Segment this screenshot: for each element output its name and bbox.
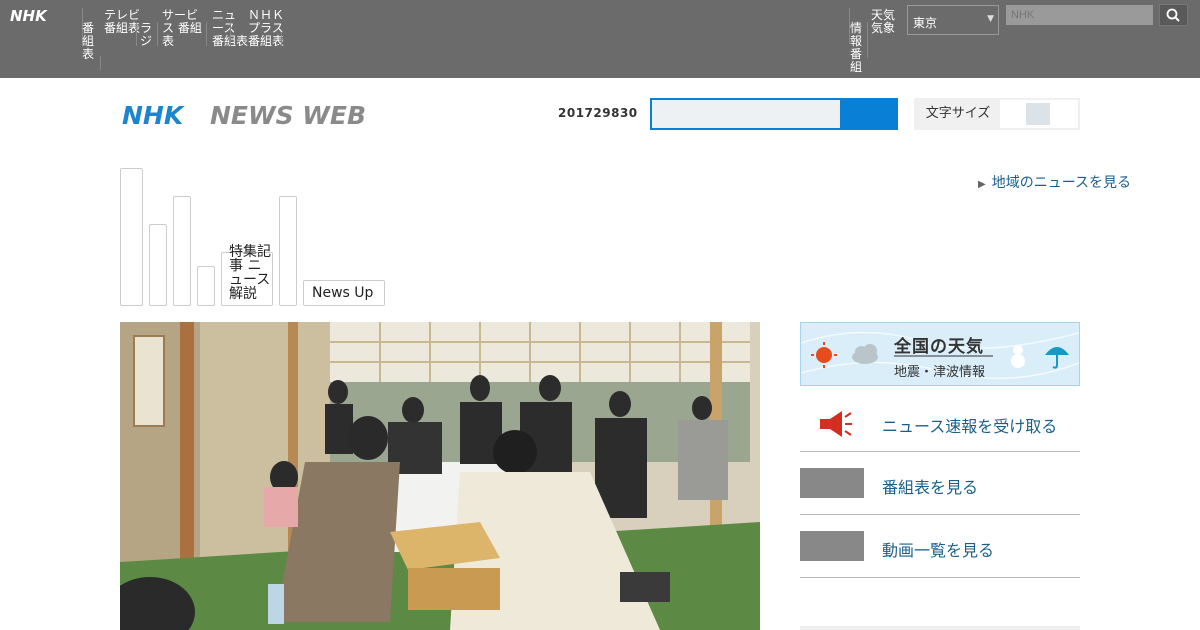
megaphone-icon <box>820 411 852 437</box>
weather-banner[interactable]: 全国の天気 地震・津波情報 <box>800 322 1080 386</box>
category-tab-label: News Up <box>312 285 374 301</box>
breaking-news-link[interactable]: ニュース速報を受け取る <box>800 389 1080 452</box>
umbrella-icon <box>1045 347 1069 369</box>
category-tab-label: 特集記事 ニュース 解説 <box>229 244 271 302</box>
global-nav-item-2[interactable]: テレビ 番組表 <box>104 9 140 35</box>
breaking-news-link-label: ニュース速報を受け取る <box>882 417 1058 436</box>
global-nav-item-1[interactable]: 番組表 <box>82 22 100 61</box>
program-list-link[interactable]: 番組表を見る <box>800 452 1080 515</box>
shogi-match-image <box>120 322 760 630</box>
cloud-icon <box>852 344 878 364</box>
nhk-global-header: NHK 番組表 テレビ 番組表 ラジ サービス 番組表 ニュース 番組表 ＮＨＫ… <box>0 0 1200 78</box>
news-search-button[interactable] <box>841 98 898 130</box>
category-tab-1[interactable] <box>120 168 143 306</box>
weather-subtitle: 地震・津波情報 <box>894 365 986 380</box>
nhk-search-button[interactable] <box>1159 4 1188 26</box>
news-web-logo-nhk: NHK <box>122 101 185 130</box>
news-search-input[interactable] <box>650 98 842 130</box>
snowman-icon <box>1011 345 1025 368</box>
video-thumbnail <box>800 531 864 561</box>
nhk-logo[interactable]: NHK <box>10 7 66 29</box>
right-nav-item-2[interactable]: 天気 気象 <box>871 9 907 35</box>
category-tab-4[interactable] <box>197 266 215 306</box>
video-list-link-label: 動画一覧を見る <box>882 541 995 560</box>
triangle-right-icon: ▶ <box>978 179 986 190</box>
global-nav-item-3[interactable]: ラジ <box>140 22 158 48</box>
sidebar-next-section <box>800 626 1080 630</box>
category-tab-5[interactable]: 特集記事 ニュース 解説 <box>221 245 273 306</box>
region-select[interactable]: 東京 ▼ <box>907 5 999 35</box>
region-select-value: 東京 <box>913 16 938 30</box>
program-list-link-label: 番組表を見る <box>882 478 979 497</box>
counter: 201729830 <box>558 106 638 120</box>
region-news-link[interactable]: ▶ 地域のニュースを見る <box>978 172 1131 192</box>
category-tab-news-up[interactable]: News Up <box>303 280 385 306</box>
sun-icon <box>811 342 837 368</box>
news-web-logo[interactable]: NHK NEWS WEB <box>122 101 372 135</box>
program-thumbnail <box>800 468 864 498</box>
right-nav-item-1[interactable]: 情報 番組 <box>850 22 866 74</box>
category-tab-2[interactable] <box>149 224 167 306</box>
nhk-logo-text: NHK <box>10 7 48 25</box>
weather-title: 全国の天気 <box>894 337 984 357</box>
global-nav-item-4[interactable]: サービス 番組表 <box>162 9 206 48</box>
top-news-photo[interactable] <box>120 322 760 630</box>
font-size-setting[interactable]: 文字サイズ <box>914 98 1080 130</box>
search-icon <box>1166 8 1180 22</box>
global-nav-item-6[interactable]: ＮＨＫ プラス番組表 <box>248 9 284 48</box>
category-tab-6[interactable] <box>279 196 297 306</box>
nhk-search-input[interactable] <box>1006 5 1153 25</box>
news-web-logo-text: NEWS WEB <box>210 101 366 130</box>
chevron-down-icon: ▼ <box>987 14 994 24</box>
font-size-toggle[interactable] <box>1026 103 1050 125</box>
category-tab-3[interactable] <box>173 196 191 306</box>
video-list-link[interactable]: 動画一覧を見る <box>800 515 1080 578</box>
region-news-link-label: 地域のニュースを見る <box>991 175 1132 191</box>
font-size-setting-label: 文字サイズ <box>916 100 1000 128</box>
